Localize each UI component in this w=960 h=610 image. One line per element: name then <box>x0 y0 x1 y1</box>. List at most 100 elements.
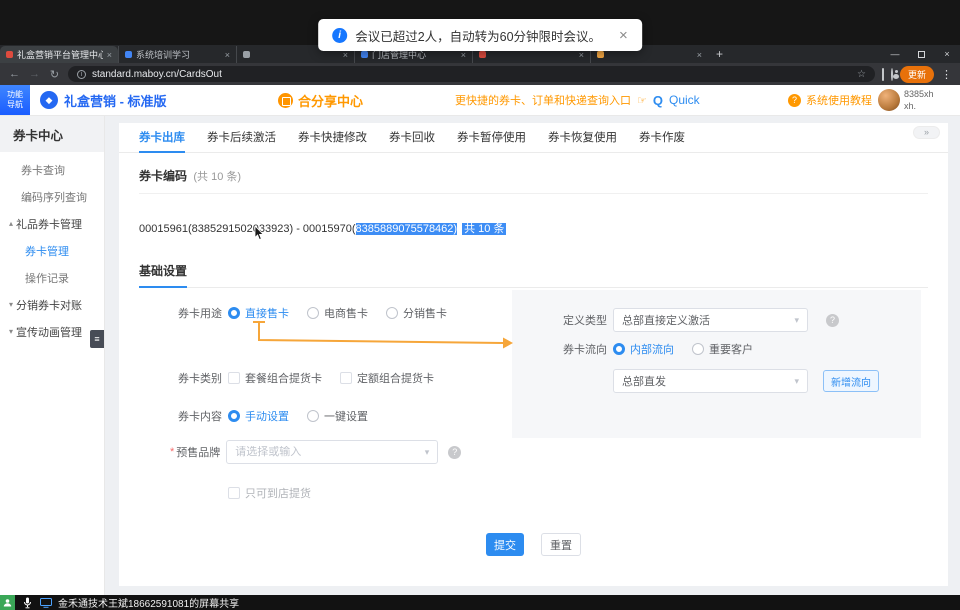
presale-brand-select[interactable]: ▾ <box>226 440 438 464</box>
submit-button[interactable]: 提交 <box>486 533 524 556</box>
browser-tab-1[interactable]: 礼盒营销平台管理中心 × <box>0 46 118 63</box>
reset-button[interactable]: 重置 <box>541 533 581 556</box>
sidebar-group-distribution-reconcile[interactable]: ▾ 分销券卡对账 <box>0 291 104 318</box>
new-tab-button[interactable]: + <box>716 47 723 61</box>
site-info-icon[interactable]: i <box>77 70 86 79</box>
toast-message: 会议已超过2人，自动转为60分钟限时会议。 <box>355 26 601 45</box>
tab-quick-edit[interactable]: 券卡快捷修改 <box>298 123 367 153</box>
profile-icon[interactable] <box>891 69 893 80</box>
define-type-select[interactable]: 总部直接定义激活 ▾ <box>613 308 808 332</box>
radio-important-customer[interactable]: 重要客户 <box>692 341 753 357</box>
tab-void[interactable]: 券卡作废 <box>639 123 685 153</box>
presale-brand-input[interactable] <box>235 446 418 458</box>
presale-brand-help-icon[interactable]: ? <box>448 446 461 459</box>
share-center-link[interactable]: 合分享中心 <box>278 85 363 115</box>
radio-label: 一键设置 <box>324 408 368 424</box>
toast-close-icon[interactable]: × <box>619 28 628 43</box>
radio-ecommerce-sale[interactable]: 电商售卡 <box>307 305 368 321</box>
sidebar-item-card-query[interactable]: 券卡查询 <box>0 156 104 183</box>
card-content-label: 券卡内容 <box>178 408 222 424</box>
forward-icon[interactable]: → <box>28 68 41 80</box>
quick-label[interactable]: Quick <box>669 93 700 107</box>
card-code-section-header: 券卡编码 (共 10 条) <box>139 153 928 194</box>
radio-off-icon[interactable] <box>692 343 704 355</box>
sidebar-group-gift-card-management[interactable]: ▴ 礼品券卡管理 <box>0 210 104 237</box>
url-text[interactable]: standard.maboy.cn/CardsOut <box>92 69 851 80</box>
sidebar-title: 券卡中心 <box>0 116 104 152</box>
radio-manual-setup[interactable]: 手动设置 <box>228 408 289 424</box>
tab-title: 礼盒营销平台管理中心 <box>17 48 103 61</box>
browser-update-button[interactable]: 更新 <box>900 66 934 83</box>
checkbox-label: 只可到店提货 <box>245 485 311 501</box>
sidebar-collapse-handle[interactable]: ≡ <box>90 330 104 348</box>
tab-recycle[interactable]: 券卡回收 <box>389 123 435 153</box>
basic-settings-form: 定义类型 总部直接定义激活 ▾ ? 券卡流向 内部流向 <box>119 279 948 586</box>
window-minimize-button[interactable]: — <box>882 45 908 63</box>
radio-on-icon[interactable] <box>228 410 240 422</box>
reload-icon[interactable]: ↻ <box>48 68 61 81</box>
browser-tab-2[interactable]: 系统培训学习 × <box>118 46 236 63</box>
tab-cards-out[interactable]: 券卡出库 <box>139 123 185 153</box>
chevron-down-icon: ▾ <box>419 447 430 458</box>
checkbox-store-pickup-only[interactable]: 只可到店提货 <box>228 485 311 501</box>
radio-on-icon[interactable] <box>613 343 625 355</box>
radio-off-icon[interactable] <box>386 307 398 319</box>
sidebar-group-promo-animation[interactable]: ▾ 宣传动画管理 <box>0 318 104 345</box>
sidebar-item-operation-records[interactable]: 操作记录 <box>0 264 104 291</box>
brand: ◆ 礼盒营销 - 标准版 <box>40 85 167 115</box>
flow-select[interactable]: 总部直发 ▾ <box>613 369 808 393</box>
tab-close-icon[interactable]: × <box>343 50 348 60</box>
function-nav-button[interactable]: 功能 导航 <box>0 85 30 115</box>
checkbox-icon[interactable] <box>228 487 240 499</box>
tab-close-icon[interactable]: × <box>579 50 584 60</box>
tab-close-icon[interactable]: × <box>107 50 112 60</box>
tab-resume-use[interactable]: 券卡恢复使用 <box>548 123 617 153</box>
checkbox-label: 定额组合提货卡 <box>357 370 434 386</box>
radio-internal-flow[interactable]: 内部流向 <box>613 341 674 357</box>
radio-one-click-setup[interactable]: 一键设置 <box>307 408 368 424</box>
card-code-line: 00015961(8385291502033923) - 00015970(83… <box>119 194 948 236</box>
tutorial-link[interactable]: ? 系统使用教程 <box>788 85 872 115</box>
presale-brand-row: * 预售品牌 ▾ ? <box>170 440 461 464</box>
radio-distribution-sale[interactable]: 分销售卡 <box>386 305 447 321</box>
sidebar-item-code-sequence-query[interactable]: 编码序列查询 <box>0 183 104 210</box>
window-close-button[interactable]: × <box>934 45 960 63</box>
radio-off-icon[interactable] <box>307 410 319 422</box>
checkbox-icon[interactable] <box>228 372 240 384</box>
checkbox-icon[interactable] <box>340 372 352 384</box>
define-type-help-icon[interactable]: ? <box>826 314 839 327</box>
screen-share-text: 金禾通技术王斌18662591081的屏幕共享 <box>58 595 239 610</box>
radio-on-icon[interactable] <box>228 307 240 319</box>
sidebar-item-card-management[interactable]: 券卡管理 <box>0 237 104 264</box>
chevron-down-icon: ▾ <box>788 315 799 326</box>
tab-followup-activate[interactable]: 券卡后续激活 <box>207 123 276 153</box>
promo-entry[interactable]: 更快捷的券卡、订单和快递查询入口 ☞ Q Quick <box>455 85 700 115</box>
pointer-icon: ☞ <box>637 94 647 107</box>
tab-close-icon[interactable]: × <box>225 50 230 60</box>
checkbox-package-combo-card[interactable]: 套餐组合提货卡 <box>228 370 322 386</box>
tab-close-icon[interactable]: × <box>461 50 466 60</box>
checkbox-fixed-amount-combo-card[interactable]: 定额组合提货卡 <box>340 370 434 386</box>
right-settings-panel: 定义类型 总部直接定义激活 ▾ ? 券卡流向 内部流向 <box>512 290 921 438</box>
url-bar[interactable]: i standard.maboy.cn/CardsOut ☆ <box>68 66 875 82</box>
extensions-icon[interactable] <box>882 69 884 80</box>
microphone-icon[interactable] <box>23 597 32 609</box>
form-actions: 提交 重置 <box>119 533 948 556</box>
user-avatar[interactable] <box>878 89 900 111</box>
back-icon[interactable]: ← <box>8 68 21 80</box>
radio-off-icon[interactable] <box>307 307 319 319</box>
browser-menu-icon[interactable]: ⋮ <box>941 68 952 81</box>
add-flow-button[interactable]: 新增流向 <box>823 370 879 392</box>
share-center-label: 合分享中心 <box>298 91 363 110</box>
panel-collapse-button[interactable]: » <box>913 126 940 139</box>
tab-close-icon[interactable]: × <box>697 50 702 60</box>
screen-share-icon[interactable] <box>40 598 52 608</box>
card-code-title: 券卡编码 <box>139 169 187 183</box>
chevron-down-icon: ▾ <box>788 376 799 387</box>
bookmark-star-icon[interactable]: ☆ <box>857 69 866 80</box>
radio-direct-sale[interactable]: 直接售卡 <box>228 305 289 321</box>
tab-pause-use[interactable]: 券卡暂停使用 <box>457 123 526 153</box>
window-maximize-button[interactable] <box>908 45 934 63</box>
card-usage-row: 券卡用途 直接售卡 电商售卡 分销售卡 <box>178 305 465 321</box>
tab-title: 系统培训学习 <box>136 48 221 61</box>
